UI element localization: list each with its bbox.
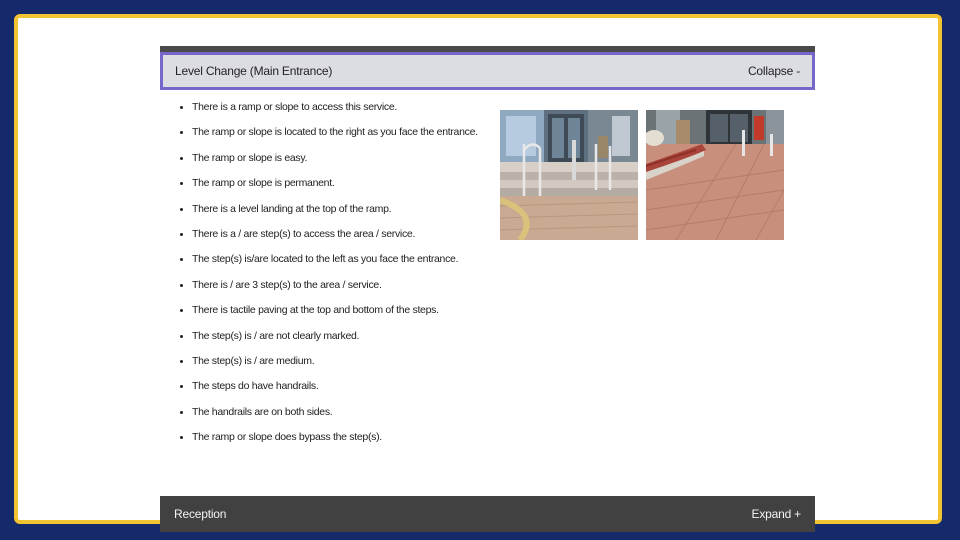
bullet-icon [180, 385, 183, 389]
expand-toggle[interactable]: Expand + [752, 507, 802, 521]
list-item: There is a level landing at the top of t… [178, 202, 478, 217]
bullet-icon [180, 410, 183, 414]
list-item: The ramp or slope is permanent. [178, 176, 478, 191]
reception-title: Reception [174, 507, 227, 521]
list-item: There is a ramp or slope to access this … [178, 100, 478, 115]
list-item: There is tactile paving at the top and b… [178, 303, 478, 318]
bullet-icon [180, 182, 183, 186]
entrance-ramp-photo[interactable] [646, 110, 784, 240]
level-change-title: Level Change (Main Entrance) [175, 64, 333, 78]
list-item: The step(s) is/are located to the left a… [178, 252, 478, 267]
bullet-icon [180, 232, 183, 236]
bullet-icon [180, 334, 183, 338]
list-item: The ramp or slope is easy. [178, 151, 478, 166]
list-item: The step(s) is / are not clearly marked. [178, 329, 478, 344]
list-item: The ramp or slope is located to the righ… [178, 125, 478, 140]
list-item: The step(s) is / are medium. [178, 354, 478, 369]
bullet-icon [180, 283, 183, 287]
level-change-list: There is a ramp or slope to access this … [178, 100, 478, 455]
list-item: The steps do have handrails. [178, 379, 478, 394]
slide-frame: Level Change (Main Entrance) Collapse - … [14, 14, 942, 532]
list-item: The ramp or slope does bypass the step(s… [178, 430, 478, 445]
bullet-icon [180, 359, 183, 363]
bullet-icon [180, 207, 183, 211]
accessibility-card: Level Change (Main Entrance) Collapse - … [160, 46, 815, 534]
bullet-icon [180, 156, 183, 160]
bullet-icon [180, 258, 183, 262]
level-change-body: There is a ramp or slope to access this … [160, 90, 815, 490]
level-change-header[interactable]: Level Change (Main Entrance) Collapse - [160, 52, 815, 90]
list-item: There is a / are step(s) to access the a… [178, 227, 478, 242]
reception-header[interactable]: Reception Expand + [160, 496, 815, 532]
bullet-icon [180, 436, 183, 440]
bullet-icon [180, 106, 183, 109]
collapse-toggle[interactable]: Collapse - [748, 64, 800, 78]
list-item: The handrails are on both sides. [178, 405, 478, 420]
bullet-icon [180, 131, 183, 135]
list-item: There is / are 3 step(s) to the area / s… [178, 278, 478, 293]
bullet-icon [180, 309, 183, 313]
entrance-steps-photo[interactable] [500, 110, 638, 240]
